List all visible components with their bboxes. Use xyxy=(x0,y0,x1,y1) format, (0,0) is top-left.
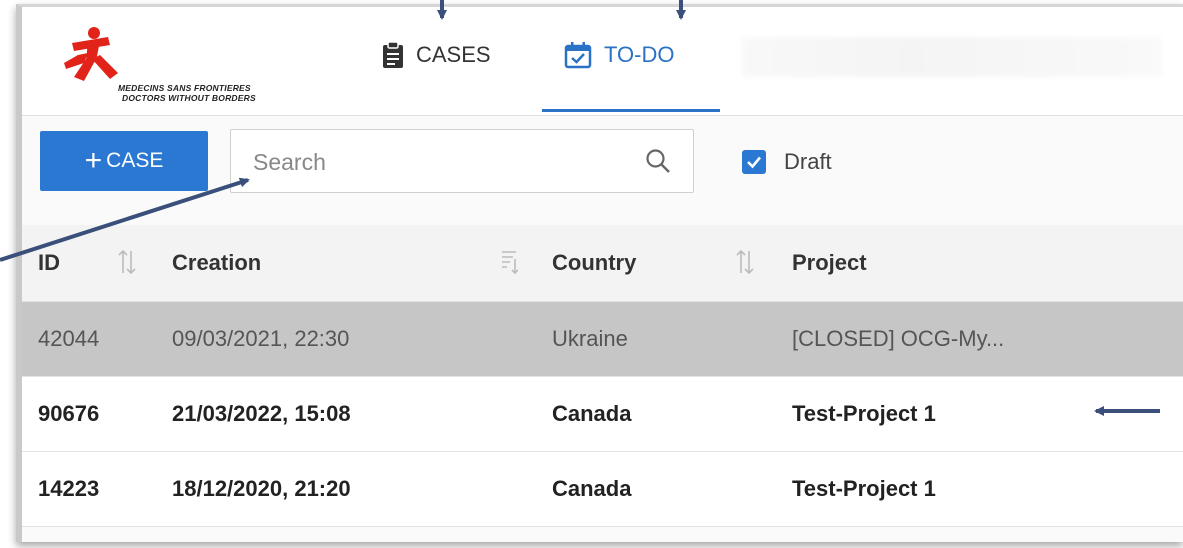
active-tab-indicator xyxy=(542,109,720,112)
table-row[interactable]: 14223 18/12/2020, 21:20 Canada Test-Proj… xyxy=(22,452,1183,527)
sort-icon[interactable] xyxy=(736,249,754,280)
msf-runner-icon xyxy=(64,27,118,81)
toolbar: + CASE Draft xyxy=(22,115,1183,225)
calendar-check-icon xyxy=(564,41,592,74)
top-header: MEDECINS SANS FRONTIERES DOCTORS WITHOUT… xyxy=(22,7,1183,116)
column-header-id[interactable]: ID xyxy=(38,225,60,301)
cell-country: Canada xyxy=(552,476,632,501)
clipboard-icon xyxy=(382,41,404,74)
column-header-country[interactable]: Country xyxy=(552,225,636,301)
tab-todo[interactable]: TO-DO xyxy=(542,41,720,115)
cell-creation: 09/03/2021, 22:30 xyxy=(172,326,350,351)
sort-desc-icon[interactable] xyxy=(500,249,519,280)
column-header-project[interactable]: Project xyxy=(792,225,867,301)
cell-id: 42044 xyxy=(38,326,100,351)
sort-icon[interactable] xyxy=(118,249,136,280)
add-case-label: CASE xyxy=(106,149,164,172)
search-input[interactable] xyxy=(251,130,635,194)
logo-line-1: MEDECINS SANS FRONTIERES xyxy=(118,83,251,93)
table-row[interactable]: 42044 09/03/2021, 22:30 Ukraine [CLOSED]… xyxy=(22,302,1183,377)
table-header: ID Creation Country Project xyxy=(22,225,1183,302)
cell-country: Canada xyxy=(552,401,632,426)
cell-id: 90676 xyxy=(38,401,100,426)
cell-country: Ukraine xyxy=(552,326,628,351)
column-header-project-label: Project xyxy=(792,250,867,275)
search-icon[interactable] xyxy=(645,148,671,179)
checkmark-icon xyxy=(747,156,761,169)
cell-creation: 21/03/2022, 15:08 xyxy=(172,401,351,426)
table-row[interactable]: 90676 21/03/2022, 15:08 Canada Test-Proj… xyxy=(22,377,1183,452)
column-header-creation-label: Creation xyxy=(172,250,262,275)
draft-checkbox[interactable] xyxy=(742,150,766,174)
logo-line-2: DOCTORS WITHOUT BORDERS xyxy=(122,93,256,103)
column-header-creation[interactable]: Creation xyxy=(172,225,261,301)
blurred-nav-area xyxy=(742,37,1162,77)
tab-cases-label: CASES xyxy=(416,42,491,67)
cell-id: 14223 xyxy=(38,476,100,501)
app-window: MEDECINS SANS FRONTIERES DOCTORS WITHOUT… xyxy=(16,4,1183,542)
draft-label: Draft xyxy=(784,149,832,174)
column-header-id-label: ID xyxy=(38,250,60,275)
add-case-button[interactable]: + CASE xyxy=(40,131,208,191)
tab-cases[interactable]: CASES xyxy=(382,41,532,115)
msf-logo[interactable]: MEDECINS SANS FRONTIERES DOCTORS WITHOUT… xyxy=(58,25,308,105)
cell-creation: 18/12/2020, 21:20 xyxy=(172,476,351,501)
column-header-country-label: Country xyxy=(552,250,637,275)
tab-todo-label: TO-DO xyxy=(604,42,675,67)
search-box xyxy=(230,129,694,194)
cell-project: Test-Project 1 xyxy=(792,476,936,501)
cell-project: Test-Project 1 xyxy=(792,401,936,426)
plus-icon: + xyxy=(84,144,103,177)
msf-logo-text: MEDECINS SANS FRONTIERES DOCTORS WITHOUT… xyxy=(118,83,256,103)
cell-project: [CLOSED] OCG-My... xyxy=(792,326,1005,351)
draft-filter[interactable]: Draft xyxy=(742,149,832,175)
cases-table: ID Creation Country Project 42044 09/03/… xyxy=(22,225,1183,527)
